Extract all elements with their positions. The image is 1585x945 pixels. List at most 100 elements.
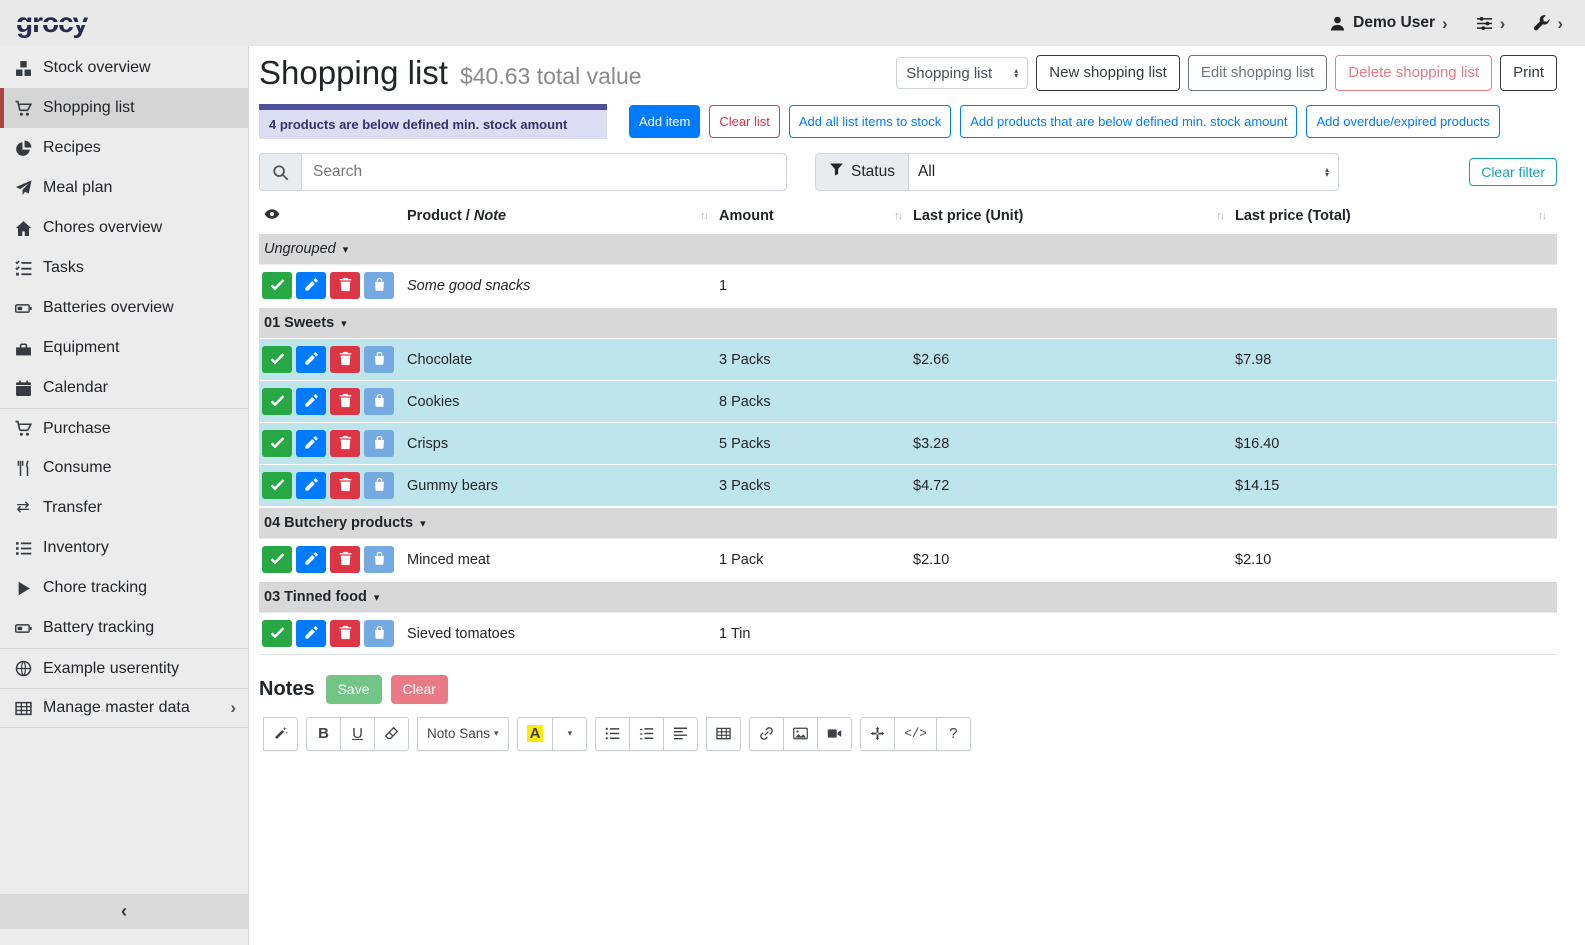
mark-done-button[interactable] xyxy=(262,272,292,299)
sidebar-item-transfer[interactable]: ⇄Transfer xyxy=(0,488,248,528)
add-to-stock-button[interactable] xyxy=(364,546,394,573)
sidebar-item-equipment[interactable]: Equipment xyxy=(0,328,248,368)
add-to-stock-button[interactable] xyxy=(364,472,394,499)
add-below-min-stock-button[interactable]: Add products that are below defined min.… xyxy=(960,105,1297,139)
sidebar-item-calendar[interactable]: Calendar xyxy=(0,368,248,408)
sidebar-item-shopping-list[interactable]: Shopping list xyxy=(0,88,248,128)
ordered-list-icon[interactable] xyxy=(629,717,664,751)
visibility-column-header[interactable] xyxy=(259,206,407,226)
caret-down-icon[interactable]: ▾ xyxy=(374,591,380,604)
delete-item-button[interactable] xyxy=(330,430,360,457)
sidebar-item-manage-master-data[interactable]: Manage master data› xyxy=(0,688,248,728)
mark-done-button[interactable] xyxy=(262,620,292,647)
sidebar-item-example-userentity[interactable]: Example userentity xyxy=(0,648,248,688)
mark-done-button[interactable] xyxy=(262,430,292,457)
shopping-list-select[interactable]: Shopping list ▴▾ xyxy=(896,57,1028,89)
add-to-stock-button[interactable] xyxy=(364,346,394,373)
notes-editor[interactable] xyxy=(259,757,1557,945)
print-button[interactable]: Print xyxy=(1500,55,1557,91)
notes-title: Notes xyxy=(259,678,315,701)
caret-down-icon[interactable]: ▾ xyxy=(420,517,426,530)
delete-item-button[interactable] xyxy=(330,388,360,415)
user-menu[interactable]: Demo User › xyxy=(1329,14,1448,32)
notes-save-button[interactable]: Save xyxy=(326,675,382,704)
sidebar-item-chore-tracking[interactable]: Chore tracking xyxy=(0,568,248,608)
unordered-list-icon[interactable] xyxy=(595,717,630,751)
edit-item-button[interactable] xyxy=(296,272,326,299)
insert-link-icon[interactable] xyxy=(749,717,784,751)
edit-item-button[interactable] xyxy=(296,546,326,573)
add-item-button[interactable]: Add item xyxy=(629,105,700,139)
sidebar-item-tasks[interactable]: Tasks xyxy=(0,248,248,288)
caret-down-icon[interactable]: ▾ xyxy=(343,243,349,256)
settings-menu[interactable]: › xyxy=(1476,15,1506,32)
add-all-to-stock-button[interactable]: Add all list items to stock xyxy=(789,105,951,139)
insert-picture-icon[interactable] xyxy=(783,717,818,751)
mark-done-button[interactable] xyxy=(262,346,292,373)
sidebar-item-chores-overview[interactable]: Chores overview xyxy=(0,208,248,248)
bold-icon[interactable]: B xyxy=(306,717,341,751)
sidebar-collapse-button[interactable]: ‹ xyxy=(0,894,248,929)
delete-item-button[interactable] xyxy=(330,546,360,573)
sidebar-item-recipes[interactable]: Recipes xyxy=(0,128,248,168)
notes-clear-button[interactable]: Clear xyxy=(391,675,448,704)
delete-item-button[interactable] xyxy=(330,472,360,499)
mark-done-button[interactable] xyxy=(262,546,292,573)
underline-icon[interactable]: U xyxy=(340,717,375,751)
mark-done-button[interactable] xyxy=(262,388,292,415)
magic-wand-icon[interactable] xyxy=(263,717,298,751)
delete-item-button[interactable] xyxy=(330,346,360,373)
mark-done-button[interactable] xyxy=(262,472,292,499)
help-icon[interactable]: ? xyxy=(936,717,971,751)
edit-item-button[interactable] xyxy=(296,430,326,457)
delete-item-button[interactable] xyxy=(330,272,360,299)
delete-item-button[interactable] xyxy=(330,620,360,647)
amount: 8 Packs xyxy=(719,394,913,410)
delete-shopping-list-button[interactable]: Delete shopping list xyxy=(1335,55,1492,91)
column-header-last-price-total[interactable]: Last price (Total)↑↓ xyxy=(1235,208,1557,224)
new-shopping-list-button[interactable]: New shopping list xyxy=(1036,55,1180,91)
status-filter-button[interactable]: Status xyxy=(815,153,909,191)
add-to-stock-button[interactable] xyxy=(364,620,394,647)
status-select[interactable]: All ▴▾ xyxy=(909,153,1339,191)
edit-item-button[interactable] xyxy=(296,472,326,499)
sidebar-item-purchase[interactable]: Purchase xyxy=(0,408,248,448)
wrench-icon xyxy=(1533,15,1550,32)
trash-icon xyxy=(338,625,353,643)
code-view-icon[interactable]: </> xyxy=(894,717,937,751)
caret-down-icon[interactable]: ▾ xyxy=(341,317,347,330)
search-input[interactable] xyxy=(301,153,787,191)
highlight-color-caret[interactable]: ▾ xyxy=(552,717,587,751)
column-header-amount[interactable]: Amount↑↓ xyxy=(719,208,913,224)
sidebar-item-battery-tracking[interactable]: Battery tracking xyxy=(0,608,248,648)
paragraph-align-icon[interactable] xyxy=(663,717,698,751)
eraser-icon[interactable] xyxy=(374,717,409,751)
bag-icon xyxy=(372,551,387,569)
edit-item-button[interactable] xyxy=(296,620,326,647)
add-to-stock-button[interactable] xyxy=(364,272,394,299)
sidebar-item-inventory[interactable]: Inventory xyxy=(0,528,248,568)
sidebar-item-batteries-overview[interactable]: Batteries overview xyxy=(0,288,248,328)
add-to-stock-button[interactable] xyxy=(364,388,394,415)
app-logo[interactable]: grocy xyxy=(16,7,87,39)
clear-filter-button[interactable]: Clear filter xyxy=(1469,158,1557,187)
edit-item-button[interactable] xyxy=(296,346,326,373)
add-overdue-expired-button[interactable]: Add overdue/expired products xyxy=(1306,105,1499,139)
font-name-select[interactable]: Noto Sans▾ xyxy=(417,717,509,751)
insert-video-icon[interactable] xyxy=(817,717,852,751)
sidebar-item-stock-overview[interactable]: Stock overview xyxy=(0,48,248,88)
highlight-color-button[interactable]: A xyxy=(517,717,554,751)
admin-menu[interactable]: › xyxy=(1533,15,1563,32)
clear-list-button[interactable]: Clear list xyxy=(709,105,780,139)
edit-item-button[interactable] xyxy=(296,388,326,415)
fullscreen-icon[interactable] xyxy=(860,717,895,751)
edit-shopping-list-button[interactable]: Edit shopping list xyxy=(1188,55,1327,91)
column-header-product-note[interactable]: Product / Note↑↓ xyxy=(407,208,719,224)
sidebar-item-consume[interactable]: Consume xyxy=(0,448,248,488)
insert-table-icon[interactable] xyxy=(706,717,741,751)
group-name: 04 Butchery products xyxy=(264,515,413,531)
column-header-last-price-unit[interactable]: Last price (Unit)↑↓ xyxy=(913,208,1235,224)
product-name: Some good snacks xyxy=(407,278,719,294)
add-to-stock-button[interactable] xyxy=(364,430,394,457)
sidebar-item-meal-plan[interactable]: Meal plan xyxy=(0,168,248,208)
